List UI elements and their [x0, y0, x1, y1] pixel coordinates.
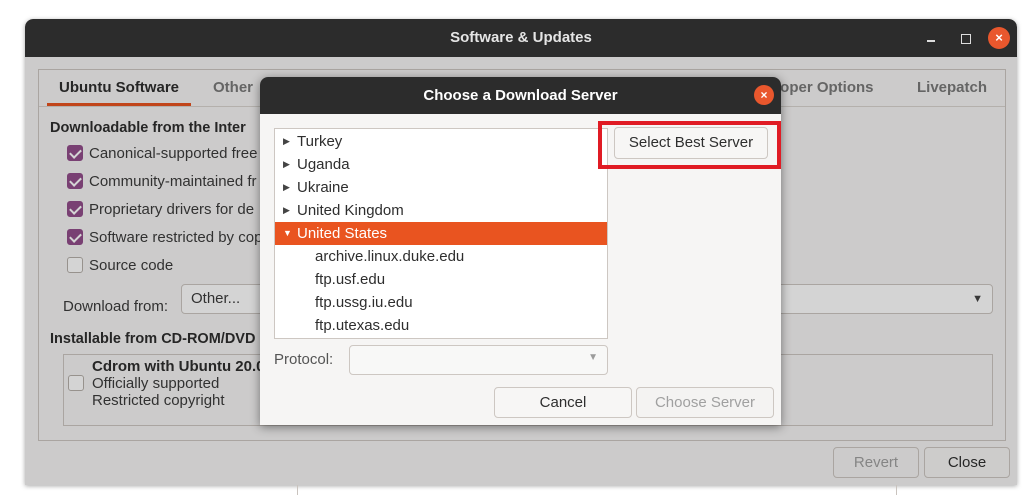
tree-row-united-states[interactable]: ▼ United States [275, 222, 607, 245]
tree-row-uganda[interactable]: ▶ Uganda [275, 153, 607, 176]
window-title: Software & Updates [450, 29, 592, 46]
expander-right-icon[interactable]: ▶ [283, 199, 290, 222]
country-label: United Kingdom [297, 202, 404, 219]
annotation-highlight-box [598, 121, 781, 169]
protocol-dropdown[interactable]: ▼ [349, 345, 608, 375]
dialog-titlebar: Choose a Download Server × [260, 77, 781, 114]
tree-row-united-kingdom[interactable]: ▶ United Kingdom [275, 199, 607, 222]
choose-server-button[interactable]: Choose Server [636, 387, 774, 418]
country-label: United States [297, 225, 388, 242]
server-label: archive.linux.duke.edu [315, 248, 465, 265]
expander-right-icon[interactable]: ▶ [283, 153, 290, 176]
close-dialog-icon[interactable]: × [754, 85, 774, 105]
country-label: Ukraine [297, 179, 349, 196]
chevron-down-icon: ▼ [588, 352, 598, 363]
server-row[interactable]: ftp.usf.edu [275, 268, 607, 291]
protocol-label: Protocol: [274, 351, 334, 368]
server-row[interactable]: ftp.utexas.edu [275, 314, 607, 337]
server-tree[interactable]: ▶ Turkey ▶ Uganda ▶ Ukraine ▶ United Kin… [274, 128, 608, 339]
server-row[interactable]: ftp.ussg.iu.edu [275, 291, 607, 314]
tree-row-ukraine[interactable]: ▶ Ukraine [275, 176, 607, 199]
server-label: ftp.usf.edu [315, 271, 386, 288]
dialog-title: Choose a Download Server [423, 87, 618, 104]
server-label: ftp.ussg.iu.edu [315, 294, 413, 311]
background-window-edge [297, 485, 897, 495]
tree-row-turkey[interactable]: ▶ Turkey [275, 130, 607, 153]
window-titlebar: Software & Updates × [25, 19, 1017, 57]
maximize-icon[interactable] [955, 28, 975, 48]
cancel-button[interactable]: Cancel [494, 387, 632, 418]
country-label: Uganda [297, 156, 350, 173]
expander-right-icon[interactable]: ▶ [283, 130, 290, 153]
expander-right-icon[interactable]: ▶ [283, 176, 290, 199]
server-row[interactable]: archive.linux.duke.edu [275, 245, 607, 268]
expander-down-icon[interactable]: ▼ [283, 222, 292, 245]
minimize-icon[interactable] [921, 28, 941, 48]
country-label: Turkey [297, 133, 343, 150]
close-window-icon[interactable]: × [988, 27, 1010, 49]
server-label: ftp.utexas.edu [315, 317, 410, 334]
